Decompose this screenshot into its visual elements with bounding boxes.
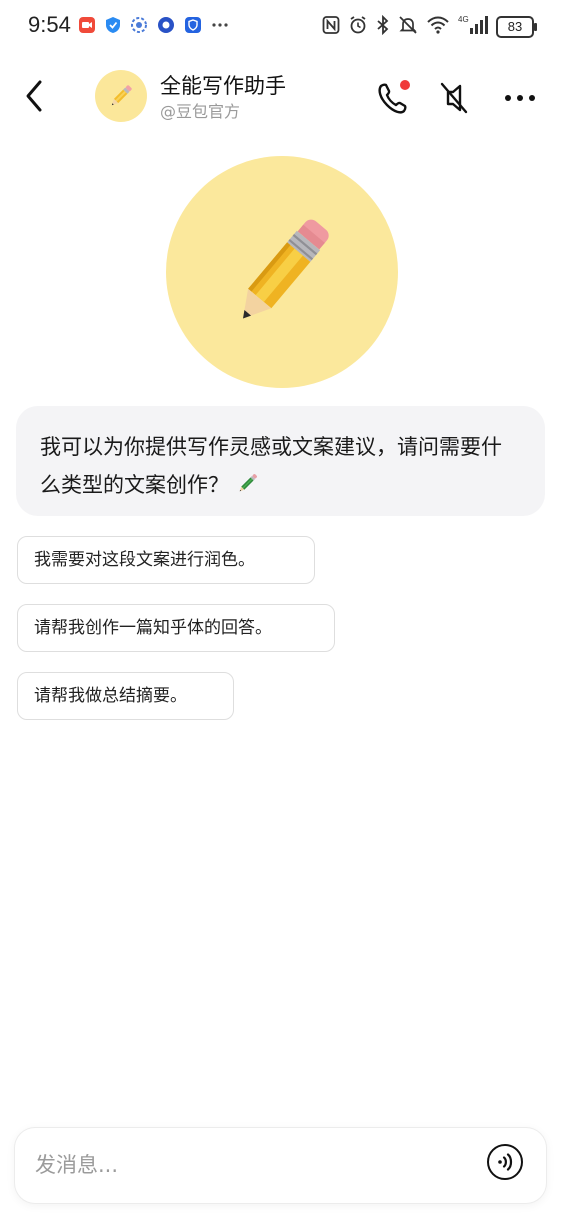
video-app-icon (78, 16, 96, 38)
more-horizontal-icon (505, 95, 535, 101)
bot-name: 全能写作助手 (160, 74, 286, 98)
chat-screen: 9:54 4G 83 全能写作助手 @豆包官方 我可以为你提供写作灵感或文案建议… (0, 0, 562, 1221)
shield-outline-app-icon (184, 16, 202, 38)
bot-publisher: @豆包官方 (160, 102, 241, 121)
suggestion-chip[interactable]: 我需要对这段文案进行润色。 (17, 536, 315, 584)
back-arrow-icon (26, 80, 42, 112)
more-options-button[interactable] (500, 78, 540, 118)
signal-4g-icon: 4G (458, 14, 488, 40)
voice-input-button[interactable] (487, 1144, 523, 1180)
bot-greeting-message: 我可以为你提供写作灵感或文案建议，请问需要什么类型的文案创作？ (16, 406, 545, 516)
suggestion-chip[interactable]: 请帮我做总结摘要。 (17, 672, 234, 720)
wifi-icon (426, 15, 450, 39)
voice-wave-icon (498, 1153, 513, 1171)
bluetooth-icon (376, 14, 390, 39)
alarm-icon (348, 15, 368, 39)
speaker-mute-icon (440, 82, 468, 114)
greeting-text: 我可以为你提供写作灵感或文案建议，请问需要什么类型的文案创作？ (40, 435, 502, 497)
status-bar: 9:54 4G 83 (0, 0, 562, 54)
bot-avatar[interactable] (95, 70, 147, 122)
call-notification-badge (400, 80, 410, 90)
message-input[interactable] (33, 1144, 457, 1186)
notification-icons (78, 16, 229, 38)
speaker-mute-button[interactable] (436, 78, 476, 118)
message-composer (15, 1128, 546, 1203)
suggestion-chip[interactable]: 请帮我创作一篇知乎体的回答。 (17, 604, 335, 652)
bot-hero-avatar (166, 156, 398, 388)
pencil-icon (243, 219, 329, 319)
pencil-avatar-icon (111, 85, 132, 106)
pencil-icon (235, 470, 261, 508)
nfc-icon (322, 15, 340, 39)
gear-app-icon (130, 16, 148, 38)
circle-app-icon (157, 16, 175, 38)
back-button[interactable] (20, 78, 52, 114)
network-label: 4G (458, 15, 469, 24)
system-status-icons: 4G 83 (322, 14, 537, 40)
chat-header: 全能写作助手 @豆包官方 (0, 64, 562, 128)
silent-icon (398, 15, 418, 39)
status-time: 9:54 (28, 12, 71, 37)
more-dots-icon (211, 16, 229, 38)
shield-app-icon (105, 16, 121, 38)
battery-icon: 83 (496, 16, 537, 38)
